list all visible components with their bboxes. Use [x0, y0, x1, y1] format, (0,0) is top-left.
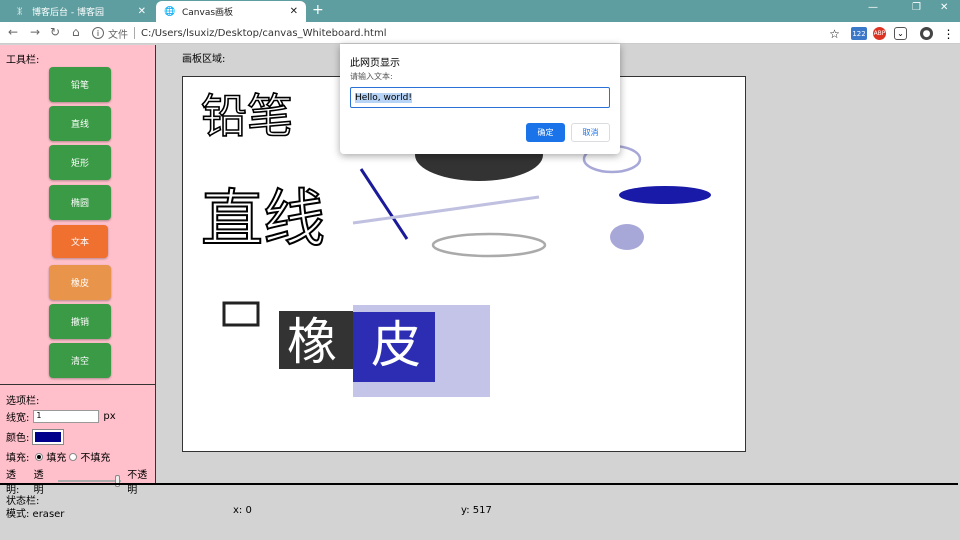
dialog-text-input[interactable]: Hello, world! — [350, 87, 610, 108]
line-width-label: 线宽: — [6, 413, 30, 424]
pocket-icon[interactable]: ⌄ — [894, 27, 907, 40]
color-row: 颜色: — [6, 428, 65, 445]
canvas-ellipse-lavender — [610, 224, 644, 250]
text-button[interactable]: 文本 — [52, 225, 108, 258]
tool-sidebar: 工具栏: 铅笔 直线 矩形 椭圆 文本 橡皮 撤销 清空 选项栏: 线宽: 1 … — [0, 45, 156, 496]
line-button[interactable]: 直线 — [49, 106, 111, 141]
profile-avatar-icon[interactable]: ● — [920, 27, 933, 40]
status-mode: 模式: eraser — [6, 509, 65, 520]
close-window-icon[interactable]: ✕ — [940, 2, 948, 13]
rectangle-button[interactable]: 矩形 — [49, 145, 111, 180]
line-width-input[interactable]: 1 — [33, 410, 100, 423]
extension-badge-count: 122 — [852, 29, 866, 38]
canvas-ellipse-outline-gray — [431, 232, 547, 258]
address-bar[interactable]: i 文件 C:/Users/lsuxiz/Desktop/canvas_Whit… — [92, 25, 824, 41]
address-path: C:/Users/lsuxiz/Desktop/canvas_Whiteboar… — [141, 27, 387, 39]
status-y: y: 517 — [461, 505, 492, 516]
home-icon[interactable]: ⌂ — [72, 25, 80, 39]
eraser-button[interactable]: 橡皮 — [49, 265, 111, 300]
line-width-unit: px — [103, 411, 116, 422]
close-icon[interactable]: ✕ — [138, 6, 146, 17]
sidebar-divider — [0, 384, 156, 385]
canvas-line-navy — [359, 168, 409, 240]
browser-title-bar: ꂓ 博客后台 - 博客园 ✕ 🌐 Canvas画板 ✕ + — ❐ ✕ — [0, 0, 960, 22]
menu-kebab-icon[interactable]: ⋮ — [942, 27, 955, 41]
ok-button[interactable]: 确定 — [526, 123, 565, 142]
undo-button[interactable]: 撤销 — [49, 304, 111, 339]
cancel-button[interactable]: 取消 — [571, 123, 610, 142]
extension-badge-icon[interactable]: 122 — [851, 27, 867, 40]
tab-label: Canvas画板 — [182, 8, 234, 18]
address-scheme: 文件 — [108, 29, 128, 41]
info-icon[interactable]: i — [92, 27, 104, 39]
fill-off-label: 不填充 — [80, 453, 111, 464]
forward-icon[interactable]: → — [30, 25, 40, 39]
line-width-row: 线宽: 1 px — [6, 409, 116, 424]
dialog-prompt: 请输入文本: — [350, 72, 393, 81]
tab-blog-admin[interactable]: ꂓ 博客后台 - 博客园 ✕ — [6, 1, 154, 22]
blog-favicon-icon: ꂓ — [16, 7, 24, 18]
canvas-text-pencil: 铅笔 — [201, 89, 293, 143]
canvas-text-eraser-2: 皮 — [371, 316, 421, 374]
address-divider — [134, 27, 135, 39]
fill-radio[interactable] — [35, 452, 44, 461]
opacity-slider[interactable] — [58, 475, 122, 487]
clear-button[interactable]: 清空 — [49, 343, 111, 378]
back-icon[interactable]: ← — [8, 25, 18, 39]
canvas-rect-outline — [222, 301, 260, 327]
opacity-slider-thumb[interactable] — [114, 475, 120, 487]
browser-toolbar: ← → ↻ ⌂ i 文件 C:/Users/lsuxiz/Desktop/can… — [0, 22, 960, 44]
pencil-button[interactable]: 铅笔 — [49, 67, 111, 102]
canvas-ellipse-navy — [619, 186, 711, 204]
status-separator — [0, 483, 958, 485]
restore-icon[interactable]: ❐ — [912, 2, 921, 13]
adblock-icon[interactable]: ABP — [873, 27, 886, 40]
dialog-title: 此网页显示 — [350, 58, 400, 69]
canvas-title: 画板区域: — [182, 54, 226, 65]
globe-icon: 🌐 — [164, 6, 176, 17]
prompt-dialog: 此网页显示 请输入文本: Hello, world! 确定 取消 — [340, 44, 620, 154]
canvas-text-eraser-1: 橡 — [287, 313, 337, 371]
canvas-text-line: 直线 — [201, 182, 325, 255]
close-icon[interactable]: ✕ — [290, 6, 298, 17]
no-fill-radio[interactable] — [69, 452, 78, 461]
tab-canvas[interactable]: 🌐 Canvas画板 ✕ — [156, 1, 306, 22]
color-picker[interactable] — [32, 428, 65, 445]
fill-label: 填充: — [6, 453, 30, 464]
ellipse-button[interactable]: 椭圆 — [49, 185, 111, 220]
fill-row: 填充: 填充 不填充 — [6, 449, 110, 464]
fill-on-label: 填充 — [46, 453, 67, 464]
star-icon[interactable]: ☆ — [828, 27, 841, 41]
options-title: 选项栏: — [6, 396, 40, 407]
status-x: x: 0 — [233, 505, 252, 516]
new-tab-button[interactable]: + — [312, 2, 324, 18]
dialog-input-value: Hello, world! — [355, 92, 412, 103]
reload-icon[interactable]: ↻ — [50, 25, 60, 39]
opacity-max-label: 不透明 — [127, 470, 148, 496]
minimize-icon[interactable]: — — [868, 2, 878, 13]
color-label: 颜色: — [6, 433, 30, 444]
tab-label: 博客后台 - 博客园 — [32, 8, 104, 18]
tools-title: 工具栏: — [6, 55, 40, 66]
